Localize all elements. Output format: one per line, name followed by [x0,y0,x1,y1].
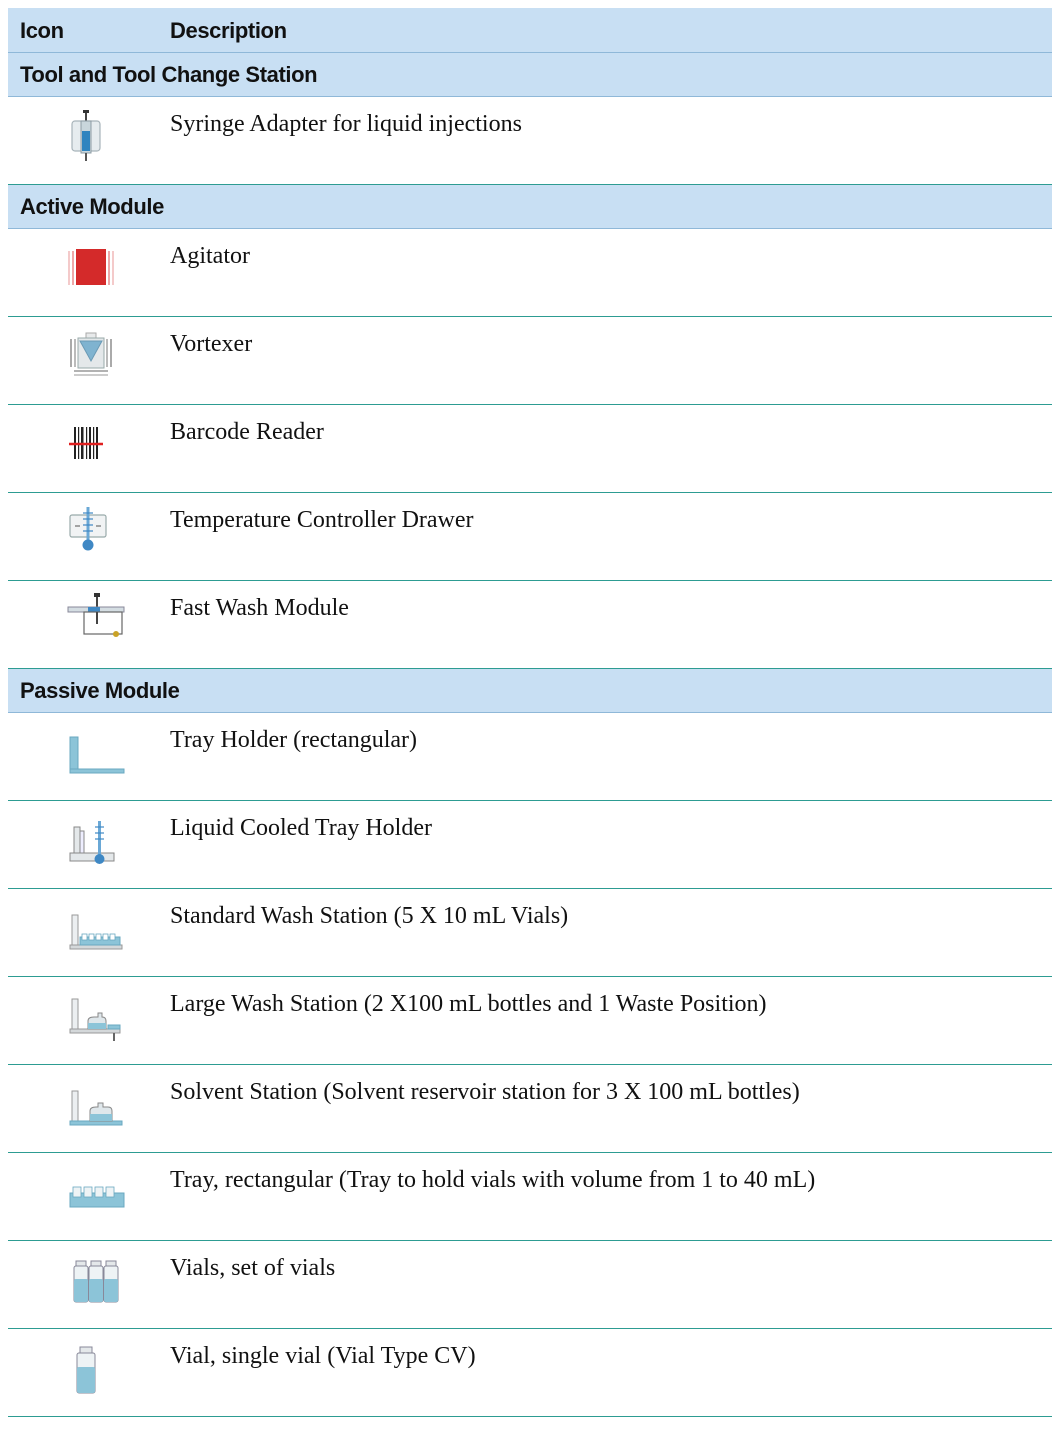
table-row: Tray, rectangular (Tray to hold vials wi… [8,1153,1052,1241]
temperature-controller-drawer-icon [28,503,138,559]
table-row: Solvent Station (Solvent reservoir stati… [8,1065,1052,1153]
row-description: Liquid Cooled Tray Holder [170,815,432,841]
table-row: Fast Wash Module [8,581,1052,669]
standard-wash-station-icon [28,909,138,965]
table-row: Agitator [8,229,1052,317]
syringe-adapter-icon [28,109,138,165]
vortexer-icon [28,331,138,387]
table-row: Standard Wash Station (5 X 10 mL Vials) [8,889,1052,977]
row-description: Tray, rectangular (Tray to hold vials wi… [170,1167,816,1193]
large-wash-station-icon [28,993,138,1049]
table-row: Large Wash Station (2 X100 mL bottles an… [8,977,1052,1065]
section-header: Active Module [8,185,1052,229]
row-description: Syringe Adapter for liquid injections [170,111,522,137]
vials-set-icon [28,1257,138,1313]
column-header-icon: Icon [20,18,64,43]
row-description: Tray Holder (rectangular) [170,727,418,753]
fast-wash-module-icon [28,591,138,647]
row-description: Fast Wash Module [170,595,349,621]
table-row: Syringe Adapter for liquid injections [8,97,1052,185]
table-header: Icon Description [8,8,1052,53]
table-row: Liquid Cooled Tray Holder [8,801,1052,889]
row-description: Vortexer [170,331,253,357]
single-vial-icon [28,1345,138,1401]
row-description: Agitator [170,243,250,269]
section-header: Passive Module [8,669,1052,713]
table-body: Tool and Tool Change Station Syringe Adap… [8,53,1052,1417]
row-description: Vial, single vial (Vial Type CV) [170,1343,476,1369]
column-header-description: Description [170,18,287,43]
liquid-cooled-tray-holder-icon [28,817,138,873]
tray-rectangular-icon [28,1175,138,1231]
table-row: Vortexer [8,317,1052,405]
table-row: Vial, single vial (Vial Type CV) [8,1329,1052,1417]
icon-table: Icon Description Tool and Tool Change St… [8,8,1052,1417]
row-description: Solvent Station (Solvent reservoir stati… [170,1079,800,1105]
row-description: Temperature Controller Drawer [170,507,474,533]
row-description: Large Wash Station (2 X100 mL bottles an… [170,991,767,1017]
solvent-station-icon [28,1085,138,1141]
table-row: Tray Holder (rectangular) [8,713,1052,801]
tray-holder-icon [28,733,138,789]
agitator-icon [28,245,138,301]
row-description: Standard Wash Station (5 X 10 mL Vials) [170,903,569,929]
section-header: Tool and Tool Change Station [8,53,1052,97]
table-row: Temperature Controller Drawer [8,493,1052,581]
row-description: Vials, set of vials [170,1255,336,1281]
table-row: Vials, set of vials [8,1241,1052,1329]
row-description: Barcode Reader [170,419,324,445]
table-row: Barcode Reader [8,405,1052,493]
barcode-reader-icon [28,423,138,479]
